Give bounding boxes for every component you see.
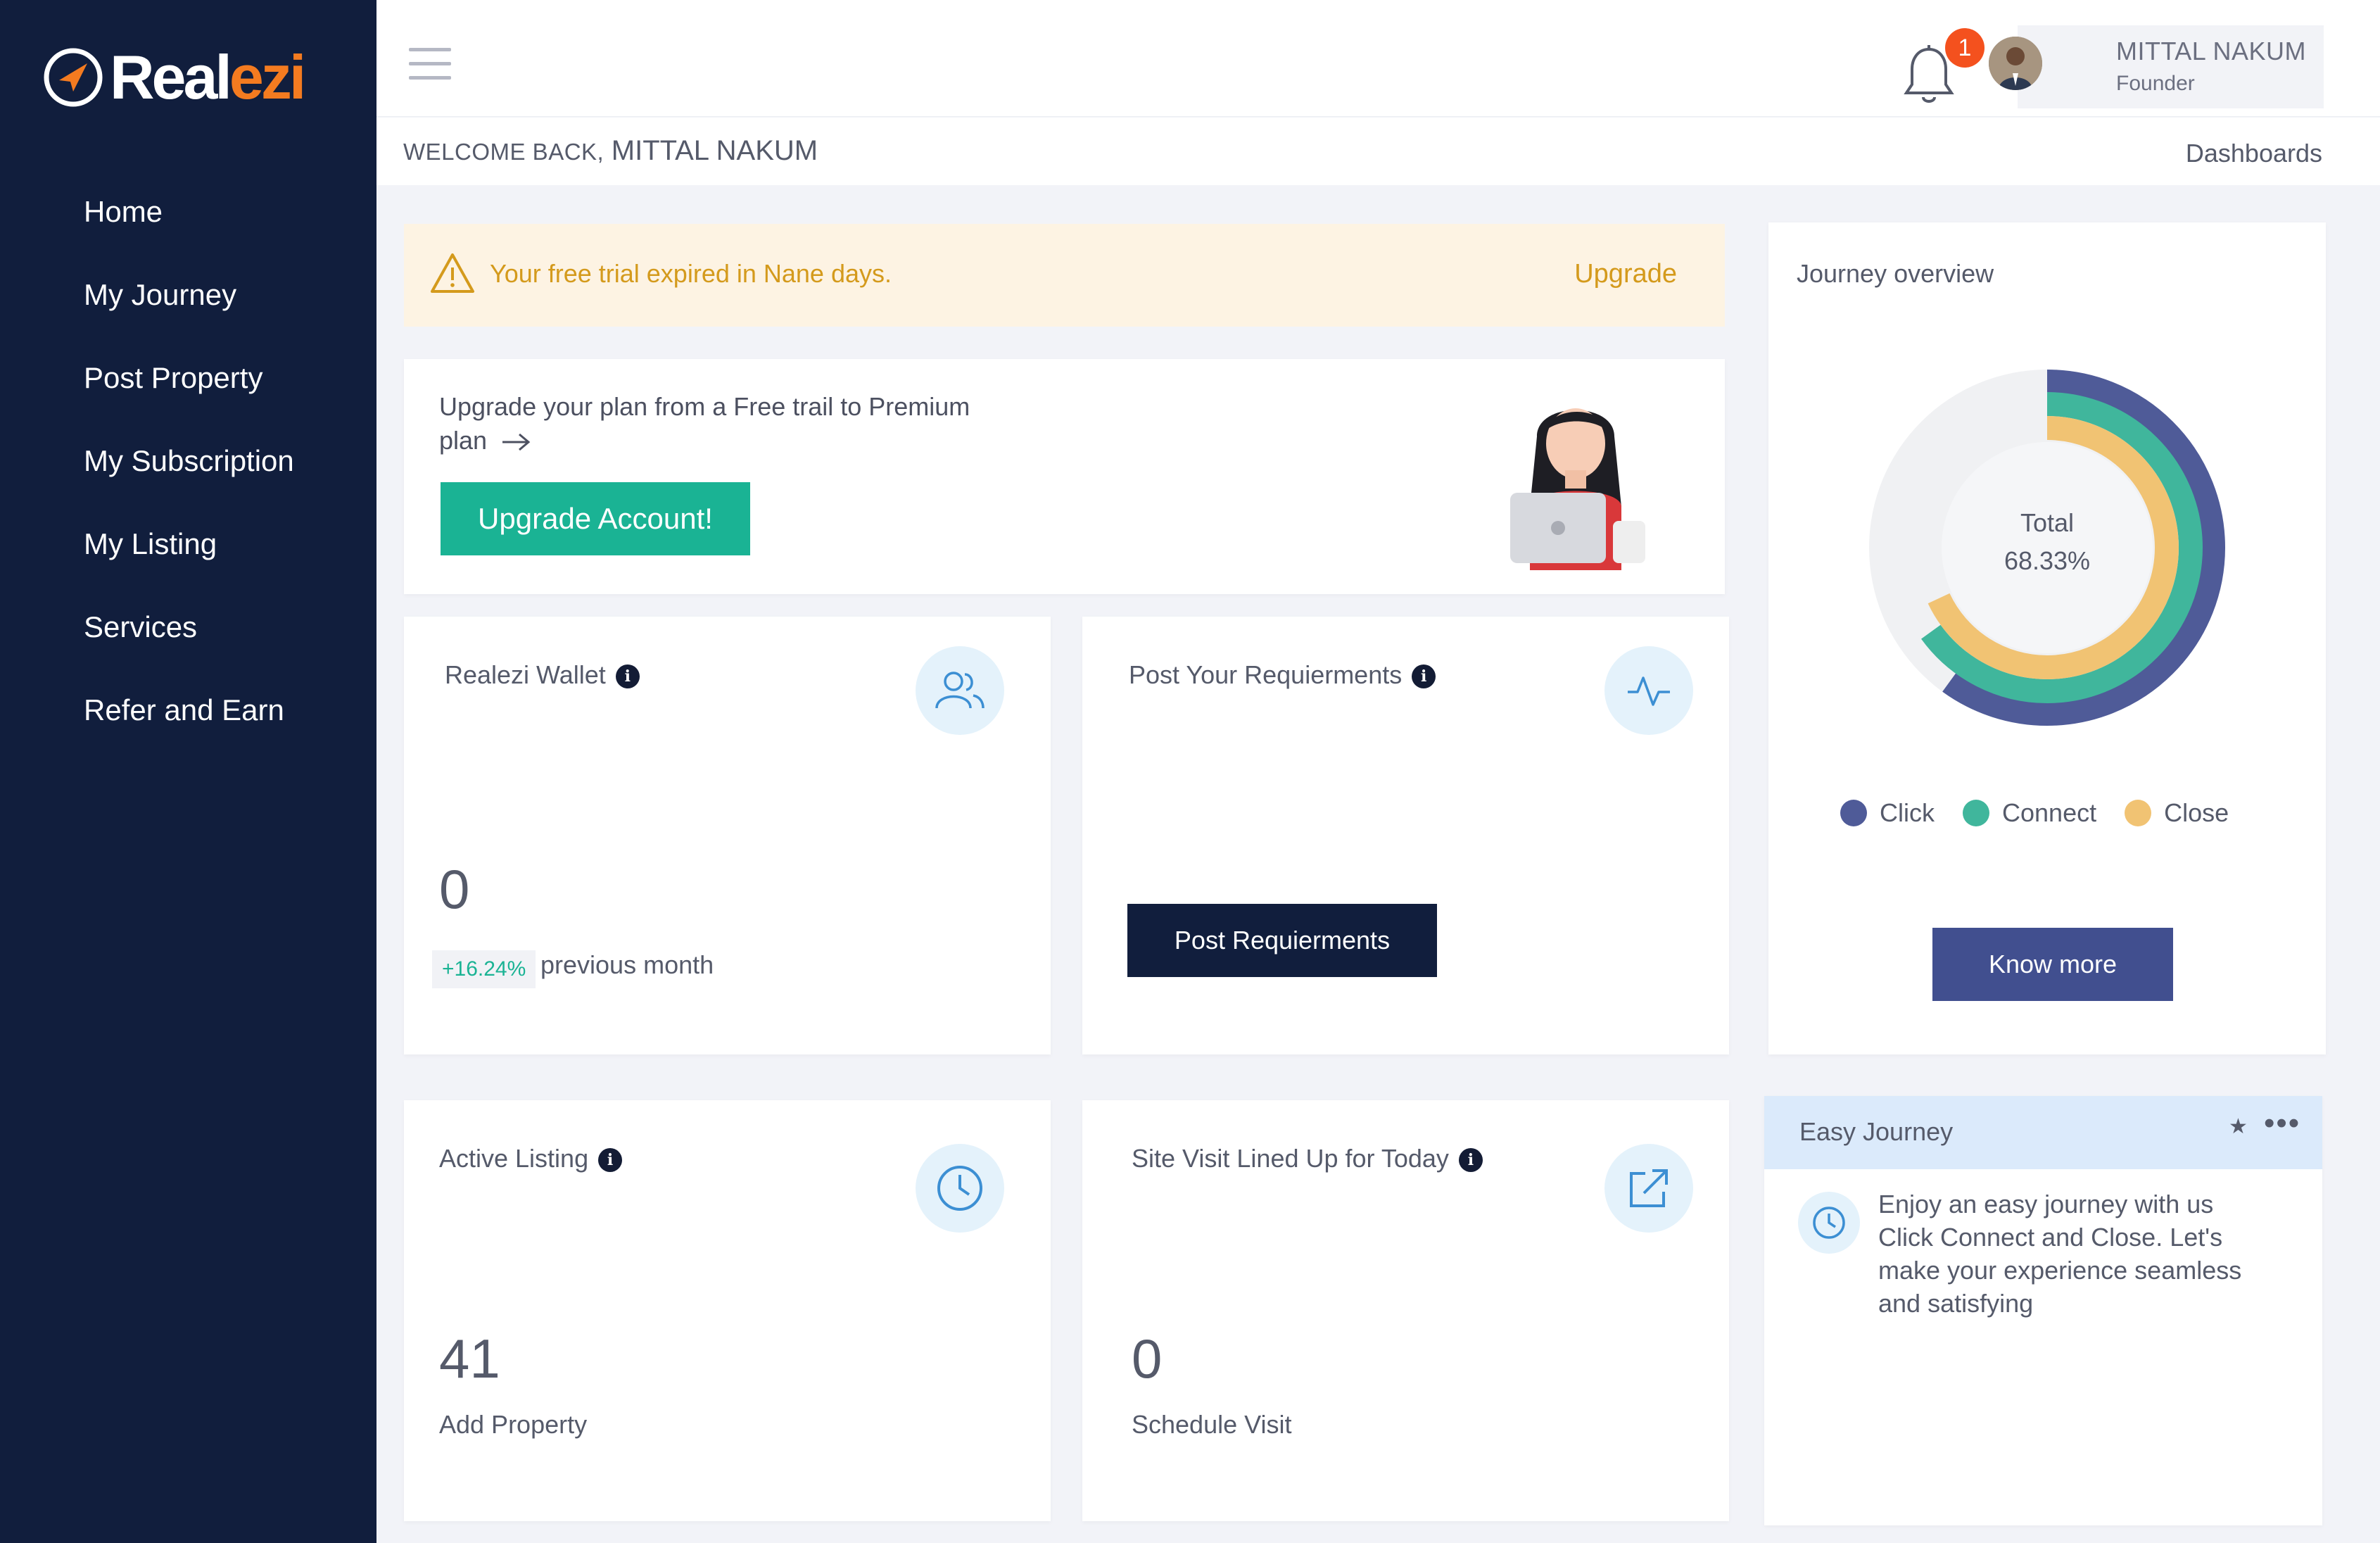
site-visit-count: 0 xyxy=(1132,1328,1163,1390)
brand-logo[interactable]: Realezi xyxy=(42,42,306,112)
trial-alert: Your free trial expired in Nane days. Up… xyxy=(404,224,1725,327)
wallet-card: Realezi Wallet i 0 +16.24% previous month xyxy=(404,617,1051,1054)
easy-journey-text: Enjoy an easy journey with us Click Conn… xyxy=(1878,1190,2242,1318)
activity-icon xyxy=(1604,646,1693,735)
woman-laptop-illustration xyxy=(1510,408,1645,570)
chart-total-label: Total xyxy=(2020,508,2075,537)
journey-overview-card: Journey overview Total 68.33% Click Conn… xyxy=(1768,222,2326,1054)
easy-journey-header: Easy Journey ★ ••• xyxy=(1764,1096,2322,1169)
legend-item-close: Close xyxy=(2125,798,2229,828)
alert-text: Your free trial expired in Nane days. xyxy=(490,259,892,288)
chart-legend: Click Connect Close xyxy=(1840,798,2229,828)
journey-title: Journey overview xyxy=(1797,259,1994,288)
upgrade-link[interactable]: Upgrade xyxy=(1574,259,1677,289)
legend-dot xyxy=(1840,800,1867,826)
star-icon[interactable]: ★ xyxy=(2229,1114,2248,1139)
welcome-label: WELCOME BACK, xyxy=(403,139,605,165)
wallet-balance: 0 xyxy=(439,858,470,920)
welcome-message: WELCOME BACK, MITTAL NAKUM xyxy=(403,135,818,167)
easy-journey-card: Easy Journey ★ ••• Enjoy an easy journey… xyxy=(1764,1096,2322,1525)
sidebar-nav: Home My Journey Post Property My Subscri… xyxy=(84,187,294,769)
legend-dot xyxy=(2125,800,2152,826)
active-listing-card: Active Listing i 41 Add Property xyxy=(404,1100,1051,1521)
avatar[interactable] xyxy=(1989,37,2042,90)
external-link-icon xyxy=(1604,1144,1693,1233)
clock-icon xyxy=(1798,1192,1860,1254)
change-badge: +16.24% xyxy=(432,950,536,988)
top-bar: 1 MITTAL NAKUM Founder xyxy=(376,0,2380,117)
change-label: previous month xyxy=(540,950,714,979)
legend-item-click: Click xyxy=(1840,798,1935,828)
site-visit-card: Site Visit Lined Up for Today i 0 Schedul… xyxy=(1082,1100,1729,1521)
more-options-icon[interactable]: ••• xyxy=(2264,1106,2300,1141)
post-requirements-card: Post Your Requierments i Post Requierment… xyxy=(1082,617,1729,1054)
legend-item-connect: Connect xyxy=(1963,798,2096,828)
active-listing-title: Active Listing i xyxy=(439,1144,623,1173)
breadcrumb[interactable]: Dashboards xyxy=(2186,139,2322,168)
upgrade-account-button[interactable]: Upgrade Account! xyxy=(441,482,750,555)
schedule-visit-label[interactable]: Schedule Visit xyxy=(1132,1410,1291,1440)
post-requirements-button[interactable]: Post Requierments xyxy=(1127,904,1437,977)
sidebar-item-my-journey[interactable]: My Journey xyxy=(84,270,294,353)
users-icon xyxy=(916,646,1004,735)
sidebar-item-refer-and-earn[interactable]: Refer and Earn xyxy=(84,686,294,769)
add-property-label[interactable]: Add Property xyxy=(439,1410,587,1440)
welcome-name: MITTAL NAKUM xyxy=(611,135,818,166)
upgrade-card: Upgrade your plan from a Free trail to P… xyxy=(404,359,1725,594)
user-role: Founder xyxy=(2116,72,2195,95)
info-icon[interactable]: i xyxy=(615,665,640,689)
menu-icon[interactable] xyxy=(409,48,451,90)
active-listing-count: 41 xyxy=(439,1328,500,1390)
arrow-right-icon xyxy=(502,434,531,451)
notification-badge: 1 xyxy=(1945,28,1985,68)
info-icon[interactable]: i xyxy=(1458,1148,1483,1173)
sidebar-item-home[interactable]: Home xyxy=(84,187,294,270)
info-icon[interactable]: i xyxy=(1412,665,1436,689)
compass-icon xyxy=(44,48,103,107)
site-visit-title: Site Visit Lined Up for Today i xyxy=(1132,1144,1483,1173)
brand-name: Realezi xyxy=(110,42,306,112)
easy-journey-title: Easy Journey xyxy=(1799,1117,1954,1146)
sidebar-item-services[interactable]: Services xyxy=(84,603,294,686)
sidebar-item-my-listing[interactable]: My Listing xyxy=(84,519,294,603)
user-name: MITTAL NAKUM xyxy=(2116,37,2307,65)
know-more-button[interactable]: Know more xyxy=(1932,928,2173,1001)
wallet-title: Realezi Wallet i xyxy=(445,660,640,690)
warning-icon xyxy=(431,253,474,293)
sidebar-item-post-property[interactable]: Post Property xyxy=(84,353,294,436)
clock-icon xyxy=(916,1144,1004,1233)
sidebar: Realezi Home My Journey Post Property My… xyxy=(0,0,376,1543)
chart-total-value: 68.33% xyxy=(2004,546,2091,575)
post-requirements-title: Post Your Requierments i xyxy=(1129,660,1436,690)
upgrade-text: Upgrade your plan from a Free trail to P… xyxy=(439,392,970,455)
info-icon[interactable]: i xyxy=(598,1148,623,1173)
sidebar-item-my-subscription[interactable]: My Subscription xyxy=(84,436,294,519)
sub-header: WELCOME BACK, MITTAL NAKUM Dashboards xyxy=(376,118,2380,185)
legend-dot xyxy=(1963,800,1989,826)
